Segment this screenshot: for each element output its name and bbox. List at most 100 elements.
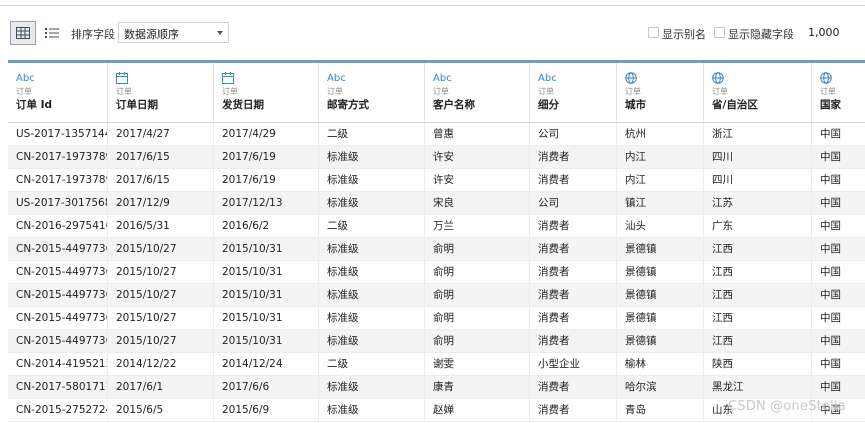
table-cell[interactable]: 2015/10/31 <box>214 261 319 283</box>
globe-type-icon[interactable] <box>625 72 703 85</box>
table-cell[interactable]: 江西 <box>704 284 812 306</box>
table-cell[interactable]: 2015/10/27 <box>108 307 214 329</box>
table-cell[interactable]: CN-2015-2752724 <box>8 399 108 421</box>
table-cell[interactable]: 消费者 <box>530 284 617 306</box>
table-cell[interactable]: 2017/12/9 <box>108 192 214 214</box>
table-cell[interactable]: 俞明 <box>425 284 530 306</box>
table-cell[interactable]: 中国 <box>812 307 865 329</box>
table-cell[interactable]: 许安 <box>425 146 530 168</box>
table-cell[interactable]: 景德镇 <box>617 307 704 329</box>
grid-view-button[interactable] <box>10 21 36 45</box>
table-cell[interactable]: 四川 <box>704 169 812 191</box>
table-cell[interactable]: 2014/12/22 <box>108 353 214 375</box>
table-cell[interactable]: 2015/10/27 <box>108 284 214 306</box>
table-cell[interactable]: 消费者 <box>530 215 617 237</box>
table-cell[interactable]: 江西 <box>704 261 812 283</box>
table-cell[interactable]: 消费者 <box>530 169 617 191</box>
table-cell[interactable]: 中国 <box>812 123 865 145</box>
table-cell[interactable]: 2015/10/31 <box>214 284 319 306</box>
column-header-4[interactable]: Abc 订单 客户名称 <box>425 63 530 122</box>
table-cell[interactable]: 2015/6/5 <box>108 399 214 421</box>
table-cell[interactable]: 江西 <box>704 238 812 260</box>
table-cell[interactable]: 榆林 <box>617 353 704 375</box>
table-cell[interactable]: 曾惠 <box>425 123 530 145</box>
table-cell[interactable]: 2015/10/27 <box>108 261 214 283</box>
table-cell[interactable]: 2017/6/6 <box>214 376 319 398</box>
table-cell[interactable]: 消费者 <box>530 261 617 283</box>
table-row[interactable]: CN-2017-5801711 2017/6/1 2017/6/6 标准级 康青 消费者哈… <box>8 376 865 399</box>
table-row[interactable]: CN-2015-4497736 2015/10/27 2015/10/31 标准级 俞明… <box>8 284 865 307</box>
table-cell[interactable]: 中国 <box>812 215 865 237</box>
table-cell[interactable]: 中国 <box>812 192 865 214</box>
table-cell[interactable]: 标准级 <box>319 307 425 329</box>
table-cell[interactable]: 消费者 <box>530 399 617 421</box>
table-cell[interactable]: 2015/10/31 <box>214 330 319 352</box>
table-cell[interactable]: 杭州 <box>617 123 704 145</box>
table-cell[interactable]: 中国 <box>812 284 865 306</box>
table-cell[interactable]: 二级 <box>319 123 425 145</box>
table-cell[interactable]: 2017/4/29 <box>214 123 319 145</box>
table-cell[interactable]: 消费者 <box>530 330 617 352</box>
column-header-5[interactable]: Abc 订单 细分 <box>530 63 617 122</box>
table-cell[interactable]: 2017/6/15 <box>108 169 214 191</box>
table-cell[interactable]: 俞明 <box>425 330 530 352</box>
column-header-1[interactable]: 订单 订单日期 <box>108 63 214 122</box>
table-cell[interactable]: 二级 <box>319 353 425 375</box>
table-cell[interactable]: CN-2015-4497736 <box>8 238 108 260</box>
show-hidden-fields-checkbox[interactable] <box>714 27 725 38</box>
table-cell[interactable]: 青岛 <box>617 399 704 421</box>
table-cell[interactable]: 标准级 <box>319 399 425 421</box>
table-cell[interactable]: 标准级 <box>319 192 425 214</box>
table-row[interactable]: CN-2016-2975416 2016/5/31 2016/6/2 二级 万兰 消费者汕… <box>8 215 865 238</box>
table-row[interactable]: US-2017-3017568 2017/12/9 2017/12/13 标准级 宋良公… <box>8 192 865 215</box>
table-cell[interactable]: 标准级 <box>319 261 425 283</box>
table-cell[interactable]: 景德镇 <box>617 238 704 260</box>
table-cell[interactable]: 许安 <box>425 169 530 191</box>
string-type-icon[interactable]: Abc <box>327 72 424 85</box>
table-cell[interactable]: 陕西 <box>704 353 812 375</box>
table-row[interactable]: CN-2015-4497736 2015/10/27 2015/10/31 标准级 俞明… <box>8 307 865 330</box>
table-cell[interactable]: 2017/6/19 <box>214 169 319 191</box>
table-cell[interactable]: 中国 <box>812 169 865 191</box>
table-cell[interactable]: 2015/10/31 <box>214 238 319 260</box>
table-cell[interactable]: 广东 <box>704 215 812 237</box>
table-row[interactable]: CN-2015-4497736 2015/10/27 2015/10/31 标准级 俞明… <box>8 330 865 353</box>
date-type-icon[interactable] <box>222 72 318 85</box>
table-cell[interactable]: CN-2015-4497736 <box>8 284 108 306</box>
globe-type-icon[interactable] <box>820 72 865 85</box>
table-cell[interactable]: 中国 <box>812 238 865 260</box>
table-row[interactable]: CN-2017-1973789 2017/6/15 2017/6/19 标准级 许安 消费… <box>8 169 865 192</box>
table-cell[interactable]: 2015/10/27 <box>108 330 214 352</box>
column-header-6[interactable]: 订单 城市 <box>617 63 704 122</box>
table-cell[interactable]: 谢雯 <box>425 353 530 375</box>
table-cell[interactable]: US-2017-1357144 <box>8 123 108 145</box>
table-cell[interactable]: 宋良 <box>425 192 530 214</box>
table-cell[interactable]: 四川 <box>704 146 812 168</box>
table-cell[interactable]: 公司 <box>530 192 617 214</box>
table-cell[interactable]: CN-2017-1973789 <box>8 146 108 168</box>
table-cell[interactable]: 2017/6/15 <box>108 146 214 168</box>
table-cell[interactable]: CN-2017-5801711 <box>8 376 108 398</box>
table-cell[interactable]: 江西 <box>704 307 812 329</box>
table-cell[interactable]: CN-2015-4497736 <box>8 307 108 329</box>
table-cell[interactable]: 二级 <box>319 215 425 237</box>
table-cell[interactable]: 消费者 <box>530 307 617 329</box>
table-cell[interactable]: 镇江 <box>617 192 704 214</box>
table-cell[interactable]: 中国 <box>812 261 865 283</box>
table-cell[interactable]: 消费者 <box>530 376 617 398</box>
table-cell[interactable]: 景德镇 <box>617 261 704 283</box>
column-header-3[interactable]: Abc 订单 邮寄方式 <box>319 63 425 122</box>
table-cell[interactable]: 江苏 <box>704 192 812 214</box>
table-cell[interactable]: 标准级 <box>319 238 425 260</box>
table-row[interactable]: CN-2015-4497736 2015/10/27 2015/10/31 标准级 俞明… <box>8 238 865 261</box>
table-row[interactable]: CN-2015-4497736 2015/10/27 2015/10/31 标准级 俞明… <box>8 261 865 284</box>
date-type-icon[interactable] <box>116 72 213 85</box>
table-cell[interactable]: US-2017-3017568 <box>8 192 108 214</box>
table-cell[interactable]: 标准级 <box>319 146 425 168</box>
table-cell[interactable]: 2017/6/19 <box>214 146 319 168</box>
table-cell[interactable]: 公司 <box>530 123 617 145</box>
table-cell[interactable]: 中国 <box>812 376 865 398</box>
table-cell[interactable]: CN-2017-1973789 <box>8 169 108 191</box>
table-cell[interactable]: 2014/12/24 <box>214 353 319 375</box>
table-cell[interactable]: 2015/10/31 <box>214 307 319 329</box>
